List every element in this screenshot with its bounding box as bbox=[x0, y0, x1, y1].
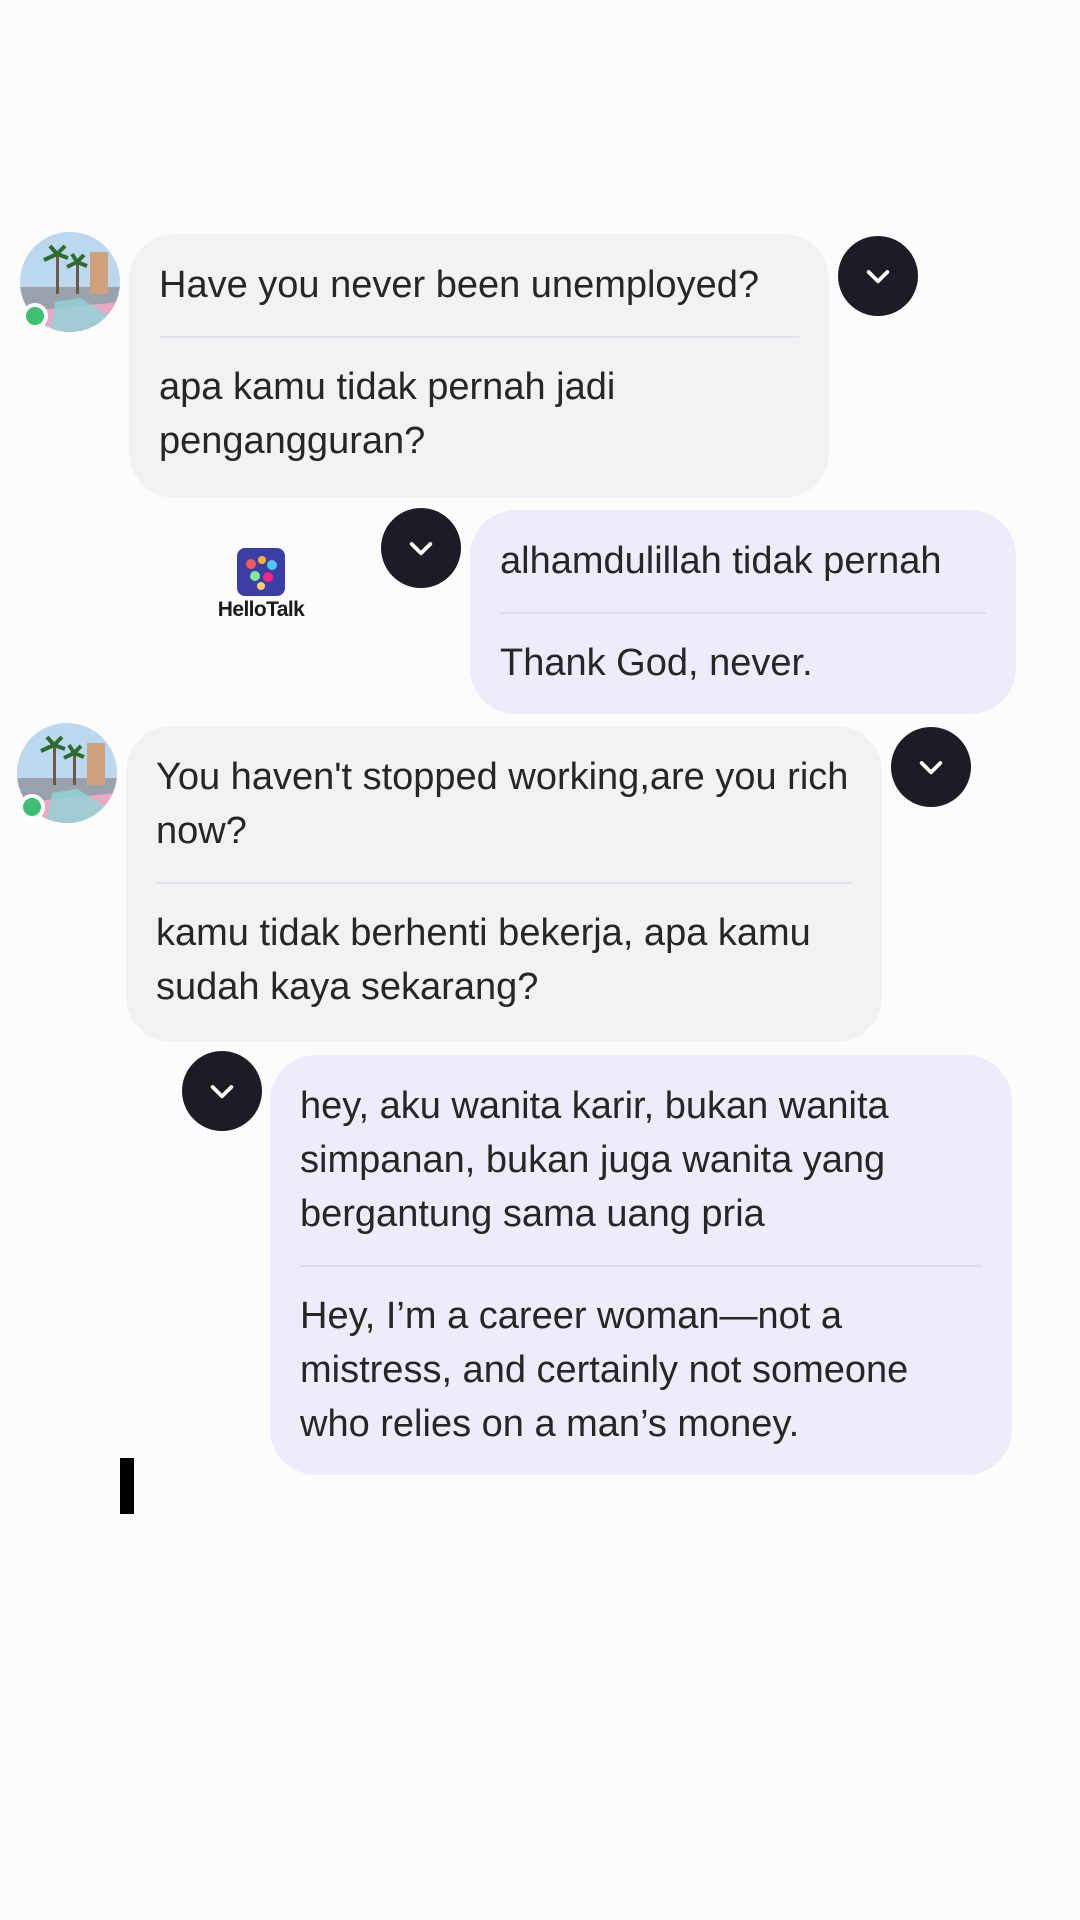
message-original-text: You haven't stopped working,are you rich… bbox=[156, 756, 849, 852]
chevron-down-icon bbox=[210, 1085, 234, 1099]
chevron-down-icon bbox=[409, 542, 433, 556]
message-translation-text: kamu tidak berhenti bekerja, apa kamu su… bbox=[156, 912, 811, 1008]
message-translation-text: Hey, I’m a career woman—not a mistress, … bbox=[300, 1295, 909, 1445]
message-menu-button[interactable] bbox=[838, 236, 918, 316]
translation-divider bbox=[159, 336, 799, 338]
message-menu-button[interactable] bbox=[182, 1051, 262, 1131]
hellotalk-watermark: HelloTalk bbox=[196, 548, 326, 622]
message-menu-button[interactable] bbox=[891, 727, 971, 807]
translation-divider bbox=[500, 612, 986, 614]
hellotalk-logo-icon bbox=[237, 548, 285, 596]
message-bubble-incoming[interactable]: You haven't stopped working,are you rich… bbox=[126, 726, 882, 1042]
message-bubble-outgoing[interactable]: alhamdulillah tidak pernah Thank God, ne… bbox=[470, 510, 1016, 714]
translation-divider bbox=[156, 882, 852, 884]
online-status-icon bbox=[22, 303, 48, 329]
message-translation-text: apa kamu tidak pernah jadi pengangguran? bbox=[159, 366, 616, 462]
message-translation-text: Thank God, never. bbox=[500, 642, 813, 684]
text-cursor bbox=[120, 1458, 134, 1514]
translation-divider bbox=[300, 1265, 982, 1267]
message-bubble-incoming[interactable]: Have you never been unemployed? apa kamu… bbox=[129, 234, 829, 498]
message-menu-button[interactable] bbox=[381, 508, 461, 588]
watermark-text: HelloTalk bbox=[217, 598, 305, 621]
message-original-text: hey, aku wanita karir, bukan wanita simp… bbox=[300, 1085, 889, 1235]
chevron-down-icon bbox=[919, 761, 943, 775]
message-original-text: alhamdulillah tidak pernah bbox=[500, 540, 942, 582]
message-original-text: Have you never been unemployed? bbox=[159, 264, 759, 306]
message-bubble-outgoing[interactable]: hey, aku wanita karir, bukan wanita simp… bbox=[270, 1055, 1012, 1475]
chevron-down-icon bbox=[866, 270, 890, 284]
online-status-icon bbox=[19, 794, 45, 820]
